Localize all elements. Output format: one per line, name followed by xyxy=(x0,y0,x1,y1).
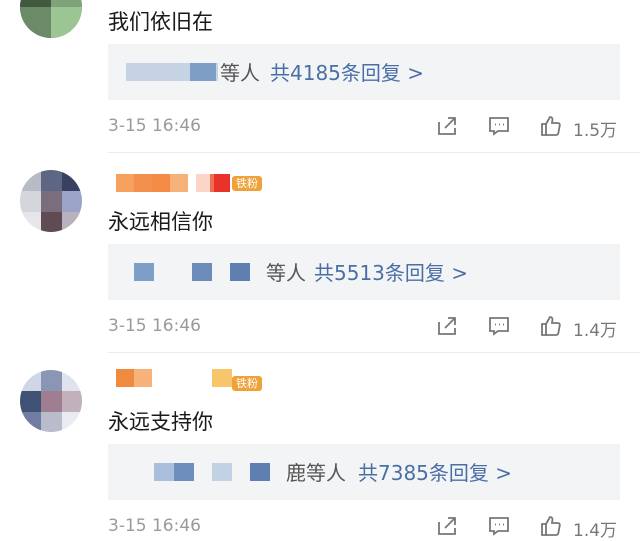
reply-names: 等人 xyxy=(266,261,306,285)
comment-icon[interactable] xyxy=(487,514,511,538)
thumbs-up-icon[interactable] xyxy=(539,114,563,138)
share-icon[interactable] xyxy=(435,114,459,138)
like-count: 1.4万 xyxy=(573,521,618,541)
reply-count-link[interactable]: 共5513条回复 > xyxy=(314,257,468,286)
blurred-name xyxy=(250,463,270,481)
comment-icon[interactable] xyxy=(487,314,511,338)
blurred-name xyxy=(190,63,216,81)
reply-preview[interactable]: 等人 共4185条回复 > xyxy=(108,44,620,100)
comment-icon[interactable] xyxy=(487,114,511,138)
blurred-name xyxy=(212,463,232,481)
fan-badge: 铁粉 xyxy=(232,176,262,191)
thumbs-up-icon[interactable] xyxy=(539,314,563,338)
fan-badge: 铁粉 xyxy=(232,376,262,391)
reply-count-link[interactable]: 共4185条回复 > xyxy=(270,57,424,86)
reply-preview[interactable]: 鹿等人 共7385条回复 > xyxy=(108,444,620,500)
blurred-name xyxy=(192,263,212,281)
comment-text: 永远支持你 xyxy=(108,410,213,434)
avatar[interactable] xyxy=(20,370,82,432)
comment-meta: 3-15 16:46 1.4万 xyxy=(108,314,620,341)
timestamp: 3-15 16:46 xyxy=(108,116,201,136)
timestamp: 3-15 16:46 xyxy=(108,516,201,536)
reply-preview[interactable]: 等人 共5513条回复 > xyxy=(108,244,620,300)
blurred-name xyxy=(174,463,194,481)
like-count: 1.5万 xyxy=(573,121,618,141)
username-blurred[interactable] xyxy=(116,369,232,387)
avatar[interactable] xyxy=(20,0,82,38)
comment-meta: 3-15 16:46 1.4万 xyxy=(108,514,620,541)
like-count: 1.4万 xyxy=(573,321,618,341)
reply-names: 等人 xyxy=(220,61,260,85)
blurred-name xyxy=(230,263,250,281)
comment-text: 我们依旧在 xyxy=(108,10,213,34)
divider xyxy=(108,152,640,153)
avatar[interactable] xyxy=(20,170,82,232)
share-icon[interactable] xyxy=(435,514,459,538)
divider xyxy=(108,352,640,353)
blurred-name xyxy=(154,463,174,481)
timestamp: 3-15 16:46 xyxy=(108,316,201,336)
blurred-name xyxy=(134,263,154,281)
share-icon[interactable] xyxy=(435,314,459,338)
thumbs-up-icon[interactable] xyxy=(539,514,563,538)
reply-names: 鹿等人 xyxy=(286,461,346,485)
reply-count-link[interactable]: 共7385条回复 > xyxy=(358,457,512,486)
comment-meta: 3-15 16:46 1.5万 xyxy=(108,114,620,141)
comment-text: 永远相信你 xyxy=(108,210,213,234)
